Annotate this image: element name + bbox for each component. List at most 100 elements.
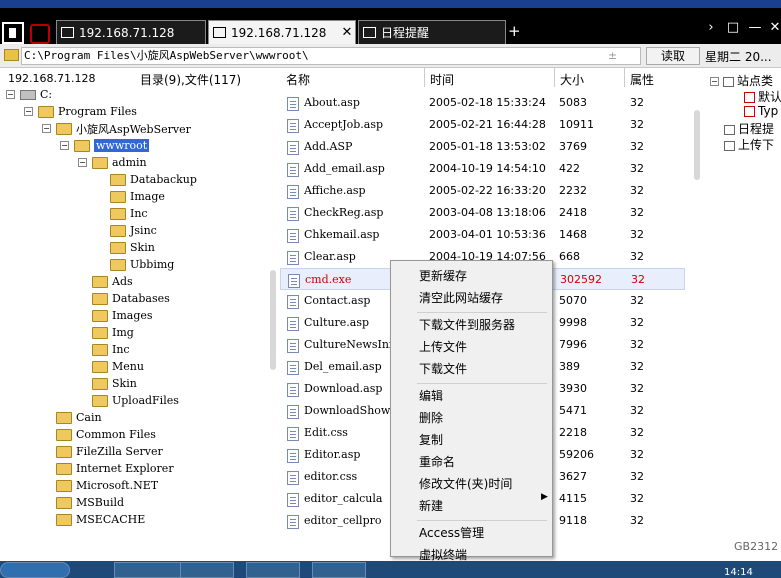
read-button[interactable]: 读取 bbox=[646, 47, 700, 65]
file-size: 302592 bbox=[560, 273, 602, 286]
tree-node[interactable]: Img bbox=[92, 324, 134, 341]
tree-node[interactable]: MSBuild bbox=[56, 494, 124, 511]
site-category-label: 站点类 bbox=[737, 74, 774, 88]
file-attr: 32 bbox=[630, 470, 644, 483]
tree-node[interactable]: FileZilla Server bbox=[56, 443, 163, 460]
folder-icon bbox=[110, 173, 126, 186]
window-icon[interactable]: □ bbox=[722, 20, 744, 35]
upload-node[interactable]: 上传下 bbox=[724, 136, 774, 153]
file-row[interactable]: Affiche.asp 2005-02-22 16:33:20 2232 32 bbox=[280, 180, 685, 202]
tree-node[interactable]: Image bbox=[110, 188, 165, 205]
tree-node[interactable]: Menu bbox=[92, 358, 144, 375]
collapse-icon[interactable]: − bbox=[6, 90, 15, 99]
column-header-name[interactable]: 名称 bbox=[286, 71, 310, 88]
tree-node[interactable]: − Program Files bbox=[24, 103, 137, 120]
next-tab-icon[interactable]: › bbox=[700, 20, 722, 35]
tree-node-label: UploadFiles bbox=[112, 394, 179, 407]
file-row[interactable]: About.asp 2005-02-18 15:33:24 5083 32 bbox=[280, 92, 685, 114]
menu-item[interactable]: 重命名 bbox=[419, 453, 455, 470]
menu-item[interactable]: 修改文件(夹)时间 bbox=[419, 475, 512, 492]
file-size: 3930 bbox=[559, 382, 587, 395]
file-name: editor_cellpro bbox=[304, 514, 382, 527]
menu-item[interactable]: 下载文件 bbox=[419, 360, 467, 377]
tree-node[interactable]: Images bbox=[92, 307, 153, 324]
column-header-attr[interactable]: 属性 bbox=[630, 71, 654, 88]
tree-node[interactable]: − wwwroot bbox=[60, 137, 150, 154]
tab-host-2[interactable]: 192.168.71.128 ✕ bbox=[208, 20, 356, 44]
tree-node[interactable]: Common Files bbox=[56, 426, 156, 443]
folder-icon bbox=[4, 49, 19, 61]
minimize-icon[interactable]: — bbox=[744, 20, 766, 35]
tab-schedule[interactable]: 日程提醒 bbox=[358, 20, 506, 44]
menu-item[interactable]: 上传文件 bbox=[419, 338, 467, 355]
schedule-node[interactable]: 日程提 bbox=[724, 120, 774, 137]
menu-item[interactable]: 更新缓存 bbox=[419, 267, 467, 284]
menu-item[interactable]: 下载文件到服务器 bbox=[419, 316, 515, 333]
collapse-icon[interactable]: − bbox=[710, 77, 719, 86]
column-header-time[interactable]: 时间 bbox=[430, 71, 454, 88]
taskbar-app-explorer[interactable] bbox=[114, 562, 186, 578]
close-window-icon[interactable]: ✕ bbox=[764, 20, 781, 35]
file-row[interactable]: CheckReg.asp 2003-04-08 13:18:06 2418 32 bbox=[280, 202, 685, 224]
taskbar-app-window[interactable] bbox=[312, 562, 366, 578]
file-list-scroll-thumb[interactable] bbox=[694, 110, 700, 180]
tree-node[interactable]: Microsoft.NET bbox=[56, 477, 158, 494]
tree-node[interactable]: Databackup bbox=[110, 171, 197, 188]
tree-node[interactable]: − admin bbox=[78, 154, 147, 171]
tree-node[interactable]: MSECACHE bbox=[56, 511, 145, 528]
menu-item[interactable]: 复制 bbox=[419, 431, 443, 448]
tree-node[interactable]: Inc bbox=[92, 341, 130, 358]
site-item-typ[interactable]: Typ bbox=[744, 104, 778, 118]
tree-node[interactable]: Internet Explorer bbox=[56, 460, 174, 477]
tab-host-1[interactable]: 192.168.71.128 bbox=[56, 20, 206, 44]
tree-node[interactable]: Inc bbox=[110, 205, 148, 222]
record-icon[interactable] bbox=[30, 24, 50, 44]
path-dropdown-icon[interactable]: ± bbox=[608, 49, 617, 62]
file-row[interactable]: AcceptJob.asp 2005-02-21 16:44:28 10911 32 bbox=[280, 114, 685, 136]
menu-item[interactable]: 编辑 bbox=[419, 387, 443, 404]
site-category-node[interactable]: − 站点类 bbox=[710, 72, 773, 89]
file-name: CultureNewsInf bbox=[304, 338, 393, 351]
taskbar-app-terminal[interactable] bbox=[246, 562, 300, 578]
tree-node[interactable]: Skin bbox=[92, 375, 137, 392]
menu-item[interactable]: Access管理 bbox=[419, 524, 484, 541]
close-tab-icon[interactable]: ✕ bbox=[339, 25, 355, 40]
tree-node[interactable]: Jsinc bbox=[110, 222, 157, 239]
menu-item[interactable]: 删除 bbox=[419, 409, 443, 426]
tab-bar: 192.168.71.128 192.168.71.128 ✕ 日程提醒 + ›… bbox=[0, 8, 781, 44]
file-size: 5471 bbox=[559, 404, 587, 417]
collapse-icon[interactable]: − bbox=[60, 141, 69, 150]
column-divider[interactable] bbox=[424, 68, 425, 87]
collapse-icon[interactable]: − bbox=[24, 107, 33, 116]
column-divider[interactable] bbox=[624, 68, 625, 87]
site-item-default[interactable]: 默认 bbox=[744, 88, 781, 105]
file-row[interactable]: Add.ASP 2005-01-18 13:53:02 3769 32 bbox=[280, 136, 685, 158]
tree-node[interactable]: UploadFiles bbox=[92, 392, 179, 409]
folder-icon bbox=[92, 394, 108, 407]
tree-node[interactable]: Ads bbox=[92, 273, 133, 290]
tree-node-label: Jsinc bbox=[130, 224, 157, 237]
collapse-icon[interactable]: − bbox=[78, 158, 87, 167]
dir-count-label: 目录(9),文件(117) bbox=[140, 73, 242, 87]
file-row[interactable]: Chkemail.asp 2003-04-01 10:53:36 1468 32 bbox=[280, 224, 685, 246]
path-input[interactable]: C:\Program Files\小旋风AspWebServer\wwwroot… bbox=[21, 47, 641, 65]
menu-item[interactable]: 新建 bbox=[419, 497, 443, 514]
start-button[interactable] bbox=[0, 562, 70, 578]
app-menu-icon[interactable] bbox=[2, 22, 24, 44]
tree-node[interactable]: Databases bbox=[92, 290, 170, 307]
column-divider[interactable] bbox=[554, 68, 555, 87]
tree-node[interactable]: − 小旋风AspWebServer bbox=[42, 120, 191, 137]
folder-icon bbox=[56, 411, 72, 424]
collapse-icon[interactable]: − bbox=[42, 124, 51, 133]
tree-node[interactable]: Cain bbox=[56, 409, 102, 426]
menu-item[interactable]: 清空此网站缓存 bbox=[419, 289, 503, 306]
column-header-size[interactable]: 大小 bbox=[560, 71, 584, 88]
new-tab-icon[interactable]: + bbox=[508, 22, 521, 40]
tree-node[interactable]: − C: bbox=[6, 88, 52, 103]
taskbar-app-browser[interactable] bbox=[180, 562, 234, 578]
tree-node[interactable]: Ubbimg bbox=[110, 256, 174, 273]
folder-icon bbox=[110, 207, 126, 220]
tree-scroll-thumb[interactable] bbox=[270, 270, 276, 370]
file-row[interactable]: Add_email.asp 2004-10-19 14:54:10 422 32 bbox=[280, 158, 685, 180]
tree-node[interactable]: Skin bbox=[110, 239, 155, 256]
